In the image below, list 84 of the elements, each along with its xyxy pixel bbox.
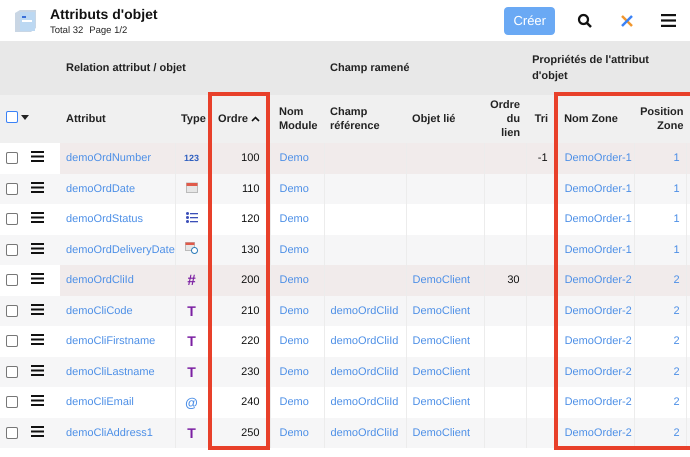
link-text[interactable]: DemoClient bbox=[412, 335, 470, 348]
select-all-checkbox[interactable] bbox=[6, 111, 18, 123]
drag-handle-icon[interactable] bbox=[31, 426, 44, 437]
number-text: 250 bbox=[241, 426, 260, 439]
group-header: Propriétés de l'attribut d'objet bbox=[532, 53, 650, 84]
column-header[interactable]: Objet lié bbox=[412, 112, 456, 126]
link-text[interactable]: DemoOrder-2 bbox=[564, 396, 632, 408]
text-type-icon: T bbox=[187, 302, 196, 319]
row-checkbox[interactable] bbox=[6, 213, 18, 226]
link-text[interactable]: demoOrdCliId bbox=[330, 396, 398, 408]
drag-handle-icon[interactable] bbox=[31, 151, 44, 162]
number-text: 200 bbox=[241, 274, 260, 286]
number-text: 100 bbox=[241, 152, 260, 164]
calendar-clock-icon bbox=[185, 242, 198, 254]
row-checkbox[interactable] bbox=[6, 426, 18, 439]
drag-handle-icon[interactable] bbox=[31, 242, 44, 254]
drag-handle-icon[interactable] bbox=[31, 273, 44, 284]
create-button[interactable]: Créer bbox=[504, 6, 555, 34]
number-text: 210 bbox=[241, 304, 260, 317]
link-text[interactable]: DemoClient bbox=[412, 396, 470, 408]
link-text[interactable]: demoCliEmail bbox=[66, 396, 134, 408]
link-text[interactable]: 1 bbox=[673, 213, 680, 226]
column-header[interactable]: Nom Zone bbox=[564, 112, 618, 126]
link-text[interactable]: demoOrdCliId bbox=[330, 335, 398, 348]
hash-type-icon: # bbox=[187, 272, 196, 289]
drag-handle-icon[interactable] bbox=[31, 212, 44, 224]
link-text[interactable]: DemoOrder-2 bbox=[564, 335, 632, 348]
text-type-icon: T bbox=[187, 424, 196, 441]
row-checkbox[interactable] bbox=[6, 244, 18, 256]
menu-icon[interactable] bbox=[661, 14, 676, 27]
text-type-icon: T bbox=[187, 364, 196, 380]
page-indicator: Page 1/2 bbox=[89, 24, 128, 36]
row-checkbox[interactable] bbox=[6, 366, 18, 378]
row-checkbox[interactable] bbox=[6, 182, 18, 195]
row-checkbox[interactable] bbox=[6, 274, 18, 286]
number-type-icon: 123 bbox=[184, 153, 200, 164]
number-text: 230 bbox=[241, 366, 260, 378]
column-header[interactable]: Ordre bbox=[218, 112, 248, 126]
number-text: 110 bbox=[242, 182, 260, 195]
sort-ascending-icon[interactable] bbox=[251, 116, 260, 122]
column-header[interactable]: Attribut bbox=[66, 112, 106, 126]
link-text[interactable]: demoCliFirstname bbox=[66, 335, 156, 348]
row-checkbox[interactable] bbox=[6, 304, 18, 317]
row-checkbox[interactable] bbox=[6, 152, 18, 164]
link-text[interactable]: 2 bbox=[673, 366, 680, 378]
list-icon bbox=[186, 212, 198, 224]
link-text[interactable]: 2 bbox=[673, 304, 680, 317]
link-text[interactable]: 1 bbox=[673, 182, 680, 195]
row-checkbox[interactable] bbox=[6, 396, 18, 408]
number-text: 220 bbox=[241, 335, 260, 348]
link-text[interactable]: Demo bbox=[280, 396, 309, 408]
page-title: Attributs d'objet bbox=[50, 6, 159, 22]
link-text[interactable]: Demo bbox=[280, 213, 309, 226]
number-text: 120 bbox=[241, 213, 260, 226]
link-text[interactable]: 1 bbox=[673, 152, 680, 164]
calendar-icon bbox=[186, 182, 198, 193]
number-text: -1 bbox=[538, 152, 548, 164]
text-type-icon: T bbox=[187, 333, 196, 350]
link-text[interactable]: 2 bbox=[673, 396, 680, 408]
drag-handle-icon[interactable] bbox=[31, 182, 44, 193]
caret-icon[interactable] bbox=[21, 114, 29, 120]
link-text[interactable]: 2 bbox=[673, 426, 680, 439]
column-header[interactable]: Tri bbox=[534, 112, 548, 126]
number-text: 30 bbox=[507, 274, 520, 286]
number-text: 240 bbox=[241, 396, 260, 408]
link-text[interactable]: 1 bbox=[673, 244, 680, 256]
drag-handle-icon[interactable] bbox=[31, 395, 44, 406]
total-count: Total 32 bbox=[50, 24, 84, 36]
drag-handle-icon[interactable] bbox=[31, 304, 44, 315]
search-icon[interactable] bbox=[577, 12, 593, 28]
group-header: Relation attribut / objet bbox=[66, 61, 186, 76]
app-logo-icon bbox=[12, 8, 38, 34]
drag-handle-icon[interactable] bbox=[31, 364, 44, 376]
row-checkbox[interactable] bbox=[6, 335, 18, 348]
link-text[interactable]: 2 bbox=[673, 335, 680, 348]
at-type-icon: @ bbox=[185, 394, 198, 410]
link-text[interactable]: demoOrdStatus bbox=[66, 213, 144, 226]
link-text[interactable]: Demo bbox=[280, 335, 309, 348]
drag-handle-icon[interactable] bbox=[31, 334, 44, 346]
number-text: 130 bbox=[241, 244, 260, 256]
group-header: Champ ramené bbox=[330, 61, 410, 76]
cross-icon[interactable] bbox=[619, 12, 635, 28]
link-text[interactable]: DemoOrder-1 bbox=[564, 213, 632, 226]
link-text[interactable]: 2 bbox=[673, 274, 680, 286]
